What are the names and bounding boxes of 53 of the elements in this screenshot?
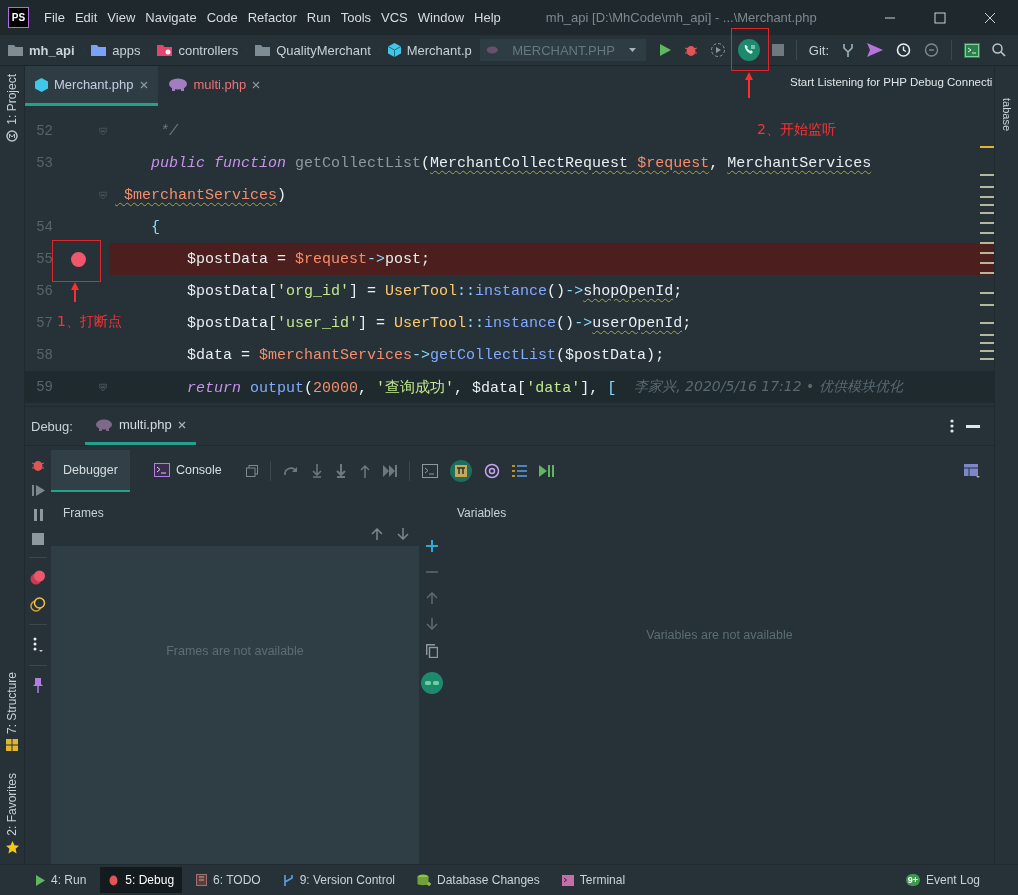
empty-message: Variables are not available: [646, 628, 793, 642]
code-line: $data = $merchantServices->getCollectList($postData);: [186, 346, 665, 364]
tool-window-button[interactable]: 6: TODO: [188, 867, 269, 893]
menu-item[interactable]: Code: [201, 10, 243, 25]
window-title: mh_api [D:\MhCode\mh_api] - ...\Merchant.php: [545, 10, 817, 25]
favorites-tool-tab[interactable]: 2: Favorites: [5, 773, 19, 836]
breadcrumb-item[interactable]: controllers: [157, 42, 239, 58]
frames-title: Frames: [62, 505, 105, 522]
menu-item[interactable]: Edit: [69, 10, 103, 25]
app-logo: PS: [8, 7, 29, 28]
breadcrumb-item[interactable]: Merchant.p: [387, 42, 472, 58]
menu-item[interactable]: View: [102, 10, 141, 25]
code-line: public function getCollectList(MerchantCollectRequest $request, MerchantServices: [150, 154, 872, 172]
debugger-tab[interactable]: Debugger: [51, 450, 130, 492]
menu-item[interactable]: File: [39, 10, 70, 25]
debugger-tab[interactable]: Console: [141, 450, 234, 492]
tool-window-button[interactable]: 4: Run: [28, 867, 95, 893]
tool-window-button[interactable]: 5: Debug: [100, 867, 183, 893]
line-number: 59: [36, 379, 53, 395]
variables-title: Variables: [456, 505, 508, 522]
tool-window-button[interactable]: Terminal: [553, 867, 634, 893]
menu-item[interactable]: Refactor: [242, 10, 302, 25]
breadcrumb-item[interactable]: mh_api: [8, 42, 75, 58]
breadcrumb-item[interactable]: apps: [91, 42, 141, 58]
code-line: $postData['user_id'] = UserTool::instance()->userOpenId;: [186, 314, 692, 332]
code-line: {: [150, 218, 160, 236]
code-line: return output(20000, '查询成功', $data['data'], [: [186, 378, 617, 397]
structure-tool-tab[interactable]: 7: Structure: [5, 672, 19, 735]
editor-tab[interactable]: multi.php: [157, 66, 271, 106]
git-label: Git:: [808, 42, 829, 58]
code-line: $merchantServices): [123, 186, 287, 204]
menu-item[interactable]: Run: [301, 10, 336, 25]
code-line: */: [159, 122, 178, 140]
debug-label: Debug:: [31, 418, 73, 434]
menu-item[interactable]: Window: [412, 10, 470, 25]
tool-window-button[interactable]: 9: Version Control: [274, 867, 404, 893]
breadcrumb-item[interactable]: QualityMerchant: [255, 42, 371, 58]
menu-item[interactable]: VCS: [376, 10, 413, 25]
menu-item[interactable]: Tools: [335, 10, 377, 25]
annotation-text: 1、打断点: [57, 313, 122, 331]
menu-item[interactable]: Help: [469, 10, 506, 25]
tool-window-button[interactable]: Database Changes: [409, 867, 548, 893]
menu-item[interactable]: Navigate: [140, 10, 202, 25]
debug-session-tab[interactable]: multi.php: [84, 407, 196, 445]
code-line: $postData = $request->post;: [186, 250, 431, 268]
blame-annotation: 李家兴, 2020/5/16 17:12 • 优供模块优化: [634, 378, 903, 396]
editor-tab[interactable]: Merchant.php: [25, 66, 158, 106]
notification-badge: 9+: [905, 874, 920, 886]
event-log-button[interactable]: 9+ Event Log: [897, 867, 988, 893]
project-tool-tab[interactable]: 1: Project: [5, 74, 19, 125]
code-line: $postData['org_id'] = UserTool::instance()->shopOpenId;: [186, 282, 683, 300]
annotation-text: 2、开始监听: [757, 121, 836, 139]
database-tool-tab[interactable]: tabase: [1000, 98, 1013, 132]
